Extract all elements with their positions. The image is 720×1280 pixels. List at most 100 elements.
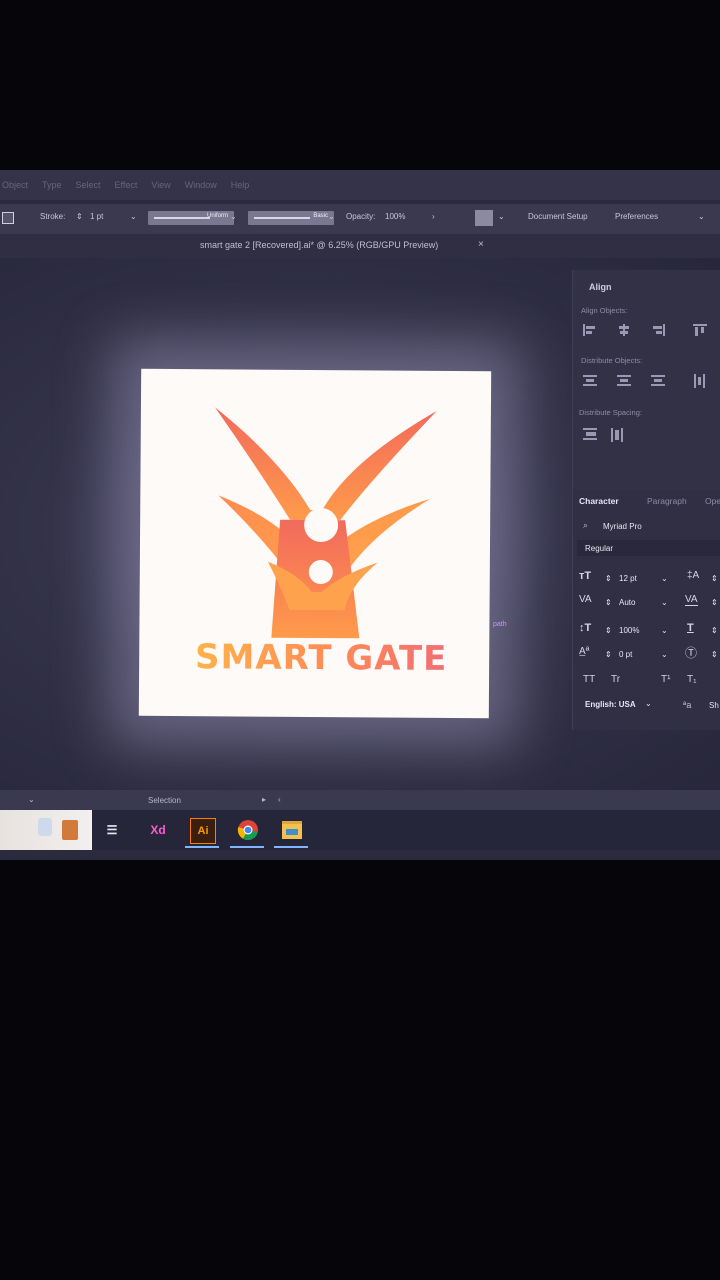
stroke-color-swatch[interactable] xyxy=(2,212,14,224)
file-explorer-icon[interactable] xyxy=(280,818,304,842)
character-panel: Character Paragraph Ope ⌕ Myriad Pro Reg… xyxy=(573,490,720,730)
menu-type[interactable]: Type xyxy=(42,180,62,190)
chrome-icon[interactable] xyxy=(236,818,260,842)
document-setup-button[interactable]: Document Setup xyxy=(528,212,588,221)
search-icon: ⌕ xyxy=(583,520,589,530)
menu-view[interactable]: View xyxy=(151,180,170,190)
adobe-illustrator-icon[interactable]: Ai xyxy=(190,818,216,844)
document-tab-title[interactable]: smart gate 2 [Recovered].ai* @ 6.25% (RG… xyxy=(200,240,438,250)
font-size-stepper-icon[interactable]: ⇕ xyxy=(605,574,612,590)
chevron-down-icon[interactable]: ⌄ xyxy=(230,212,237,221)
logo-head-upper xyxy=(304,508,339,543)
font-style-dropdown[interactable]: Regular xyxy=(577,540,720,556)
menu-object[interactable]: Object xyxy=(2,180,28,190)
chevron-down-icon[interactable]: ⌄ xyxy=(28,795,35,804)
chevron-down-icon[interactable]: ⌄ xyxy=(328,212,335,221)
menu-effect[interactable]: Effect xyxy=(115,180,138,190)
all-caps-button[interactable]: TT xyxy=(583,674,595,685)
baseline-shift-field[interactable]: 0 pt xyxy=(619,650,632,666)
distribute-vertical-space-icon[interactable] xyxy=(583,428,597,440)
distribute-vcenter-icon[interactable] xyxy=(617,374,631,386)
windows-taskbar: ☰ Xd Ai xyxy=(0,810,720,850)
adobe-xd-icon[interactable]: Xd xyxy=(146,818,170,842)
logo-upper-arms xyxy=(214,407,437,521)
align-objects-label: Align Objects: xyxy=(581,306,628,315)
tab-paragraph[interactable]: Paragraph xyxy=(647,496,687,506)
profile-uniform-label: Uniform xyxy=(206,213,228,219)
vertical-scale-icon: ↕T xyxy=(579,622,592,634)
chevron-down-icon[interactable]: ⌄ xyxy=(661,650,668,666)
current-tool-label: Selection xyxy=(148,796,181,805)
properties-panel: Align Align Objects: Distribute Objects:… xyxy=(572,270,720,730)
leading-icon: ‡A xyxy=(687,570,700,581)
kerning-stepper-icon[interactable]: ⇕ xyxy=(605,598,612,614)
stroke-label: Stroke: xyxy=(40,212,66,221)
language-dropdown[interactable]: English: USA xyxy=(585,700,636,716)
leading-stepper-icon[interactable]: ⇕ xyxy=(711,574,718,590)
align-left-icon[interactable] xyxy=(583,324,597,336)
tab-character[interactable]: Character xyxy=(579,496,619,506)
font-size-icon: ᴛT xyxy=(579,570,592,582)
horizontal-scale-stepper-icon[interactable]: ⇕ xyxy=(711,626,718,642)
chevron-down-icon[interactable]: ⌄ xyxy=(661,626,668,642)
rotation-stepper-icon[interactable]: ⇕ xyxy=(711,650,718,666)
profile-basic-label: Basic xyxy=(313,213,328,219)
align-right-icon[interactable] xyxy=(651,324,665,336)
monitor-screen: Object Type Select Effect View Window He… xyxy=(0,170,720,860)
vertical-scale-stepper-icon[interactable]: ⇕ xyxy=(605,626,612,642)
font-family-field[interactable]: Myriad Pro xyxy=(603,522,642,538)
menu-window[interactable]: Window xyxy=(185,180,217,190)
kerning-field[interactable]: Auto xyxy=(619,598,635,614)
align-panel-title: Align xyxy=(589,282,612,292)
distribute-top-icon[interactable] xyxy=(583,374,597,386)
tracking-icon: VA xyxy=(685,594,698,606)
tab-opentype[interactable]: Ope xyxy=(705,496,720,506)
small-caps-button[interactable]: Tr xyxy=(611,674,620,685)
logo-wordmark[interactable]: SMART GATE xyxy=(181,637,461,679)
opacity-value[interactable]: 100% xyxy=(385,212,405,221)
distribute-left-icon[interactable] xyxy=(693,374,707,388)
distribute-spacing-label: Distribute Spacing: xyxy=(579,408,642,417)
distribute-horizontal-space-icon[interactable] xyxy=(611,428,625,442)
stroke-stepper-icon[interactable]: ⇕ xyxy=(76,212,83,221)
desktop-preview-thumbnail[interactable] xyxy=(0,810,92,850)
menu-help[interactable]: Help xyxy=(231,180,250,190)
chevron-left-icon[interactable]: ‹ xyxy=(278,795,281,804)
horizontal-scale-icon: T xyxy=(687,622,694,634)
superscript-button[interactable]: T¹ xyxy=(661,674,670,685)
variable-width-profile-dropdown[interactable]: Uniform xyxy=(148,211,234,225)
align-center-icon[interactable] xyxy=(617,324,631,336)
vertical-scale-field[interactable]: 100% xyxy=(619,626,639,642)
recolor-swatch[interactable] xyxy=(475,210,493,226)
play-icon[interactable]: ▸ xyxy=(262,795,266,804)
chevron-down-icon[interactable]: ⌄ xyxy=(498,212,505,221)
opacity-label: Opacity: xyxy=(346,212,376,221)
menu-select[interactable]: Select xyxy=(76,180,101,190)
smart-guide-tooltip: path xyxy=(493,621,507,628)
preferences-button[interactable]: Preferences xyxy=(615,212,658,221)
stroke-weight-value[interactable]: 1 pt xyxy=(90,212,103,221)
chevron-down-icon[interactable]: ⌄ xyxy=(661,598,668,614)
character-rotation-icon: Ⓣ xyxy=(685,646,698,660)
close-tab-icon[interactable]: × xyxy=(478,239,484,250)
font-style-value: Regular xyxy=(585,544,614,553)
baseline-shift-stepper-icon[interactable]: ⇕ xyxy=(605,650,612,666)
anti-aliasing-value[interactable]: Sh xyxy=(709,701,719,717)
font-size-field[interactable]: 12 pt xyxy=(619,574,637,590)
kerning-icon: VA xyxy=(579,594,592,605)
chrome-active-indicator xyxy=(230,846,264,848)
tracking-stepper-icon[interactable]: ⇕ xyxy=(711,598,718,614)
artboard[interactable]: SMART GATE xyxy=(138,368,492,719)
chevron-right-icon[interactable]: › xyxy=(432,212,435,221)
distribute-bottom-icon[interactable] xyxy=(651,374,665,386)
align-top-icon[interactable] xyxy=(693,324,707,336)
chrome-logo xyxy=(237,820,258,840)
brush-definition-dropdown[interactable]: Basic xyxy=(248,211,334,225)
subscript-button[interactable]: T₁ xyxy=(687,674,696,685)
logo-head-lower xyxy=(308,560,333,585)
chevron-down-icon[interactable]: ⌄ xyxy=(698,212,705,221)
task-view-icon[interactable]: ☰ xyxy=(100,818,124,842)
chevron-down-icon[interactable]: ⌄ xyxy=(661,574,668,590)
chevron-down-icon[interactable]: ⌄ xyxy=(645,699,652,715)
chevron-down-icon[interactable]: ⌄ xyxy=(130,212,137,221)
